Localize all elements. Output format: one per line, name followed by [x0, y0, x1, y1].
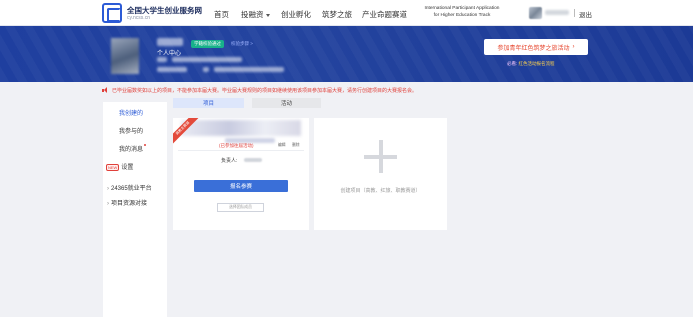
profile-info-redacted — [157, 57, 167, 62]
sidebar-item-messages[interactable]: 我的消息 — [119, 144, 147, 153]
international-application-link[interactable]: International Participant Application fo… — [416, 5, 508, 19]
profile-info-redacted — [203, 67, 209, 72]
sidebar-item-label: 我参与的 — [119, 129, 144, 135]
verify-steps-link[interactable]: 校验步骤 > — [231, 41, 253, 47]
join-red-journey-label: 参加青年红色筑梦之旅活动 — [497, 45, 570, 52]
top-navbar: 全国大学生创业服务网 cy.ncss.cn 首页 投融资 创业孵化 筑梦之旅 产… — [0, 0, 693, 26]
invite-members-label: 选择团队成员 — [229, 205, 252, 209]
tab-label: 项目 — [202, 101, 214, 107]
speaker-icon — [102, 87, 109, 93]
sidebar-item-label: 我创建的 — [119, 111, 144, 117]
register-button-label: 报名参赛 — [229, 184, 252, 190]
chevron-right-icon: › — [107, 201, 109, 207]
plus-icon — [378, 140, 383, 173]
register-button[interactable]: 报名参赛 — [194, 180, 288, 192]
nav-dream-journey[interactable]: 筑梦之旅 — [322, 9, 352, 20]
nav-investment-label: 投融资 — [241, 10, 264, 19]
project-status: (已参加往届活动) — [219, 143, 254, 148]
nav-home[interactable]: 首页 — [214, 9, 229, 20]
site-logo-icon[interactable] — [102, 3, 122, 23]
unread-dot-icon — [144, 144, 147, 146]
notice-text: 已毕业届数奖如以上的项目，不能参加本届大赛。毕业届大赛规则的项目如继续使用该项目… — [112, 87, 418, 94]
nav-industry-track-label: 产业命题赛道 — [362, 10, 407, 19]
sidebar-link-resources[interactable]: › 项目资源对接 — [107, 198, 147, 207]
site-url: cy.ncss.cn — [127, 15, 150, 21]
sidebar-item-participated[interactable]: 我参与的 — [119, 126, 143, 135]
edit-link[interactable]: 编辑 — [278, 143, 286, 148]
new-badge: NEW — [106, 163, 120, 171]
card-divider — [178, 150, 304, 151]
chevron-right-icon: › — [107, 186, 109, 192]
create-project-label: 创建项目（高教、红旅、职教赛道） — [340, 188, 421, 194]
profile-banner: 学籍校验通过 校验步骤 > 个人中心 参加青年红色筑梦之旅活动 › 必看: 红色… — [0, 26, 693, 82]
nav-investment[interactable]: 投融资 — [241, 9, 270, 20]
sidebar-item-label: 我的消息 — [119, 147, 144, 153]
invite-members-button[interactable]: 选择团队成员 — [217, 203, 264, 212]
profile-avatar — [111, 38, 139, 74]
intl-line-1: International Participant Application — [424, 6, 500, 11]
nav-divider — [574, 9, 575, 17]
sidebar-item-label: 设置 — [121, 165, 134, 171]
user-avatar[interactable] — [529, 7, 542, 19]
nav-industry-track[interactable]: 产业命题赛道 — [362, 9, 407, 20]
owner-name-redacted — [244, 158, 262, 162]
join-red-journey-button[interactable]: 参加青年红色筑梦之旅活动 › — [484, 39, 588, 55]
red-journey-process-link[interactable]: 红色活动报名流程 — [519, 61, 555, 66]
nav-incubation[interactable]: 创业孵化 — [281, 9, 311, 20]
intl-line-2: for Higher Education Track — [433, 13, 491, 18]
chevron-right-icon: › — [572, 44, 575, 50]
profile-info-redacted — [157, 67, 187, 72]
project-title-redacted — [181, 120, 301, 136]
user-name-redacted — [545, 10, 569, 15]
tab-projects[interactable]: 项目 — [173, 98, 244, 108]
sidebar-item-settings[interactable]: NEW 设置 — [106, 162, 133, 171]
sidebar-link-label: 24365就业平台 — [111, 186, 152, 192]
red-journey-process-note: 必看: 红色活动报名流程 — [507, 61, 555, 67]
nav-dream-journey-label: 筑梦之旅 — [322, 10, 352, 19]
verified-badge: 学籍校验通过 — [191, 40, 224, 48]
logout-link[interactable]: 退出 — [579, 9, 592, 19]
profile-name-redacted — [157, 38, 183, 46]
graduation-notice: 已毕业届数奖如以上的项目，不能参加本届大赛。毕业届大赛规则的项目如继续使用该项目… — [102, 85, 582, 95]
sidebar-item-created[interactable]: 我创建的 — [119, 108, 143, 117]
delete-link[interactable]: 删除 — [292, 143, 300, 148]
sidebar-link-label: 项目资源对接 — [111, 201, 148, 207]
create-project-card[interactable]: 创建项目（高教、红旅、职教赛道） — [314, 118, 447, 230]
profile-info-redacted — [172, 57, 242, 62]
owner-label: 负责人: — [221, 158, 238, 164]
note-prefix: 必看: — [507, 61, 518, 66]
project-card: 高教主赛道 (已参加往届活动) 编辑 删除 负责人: 报名参赛 选择团队成员 — [173, 118, 309, 230]
chevron-down-icon — [265, 13, 270, 17]
sidebar: 我创建的 我参与的 我的消息 NEW 设置 › 24365就业平台 › 项目资源对接 — [103, 102, 167, 317]
tab-activities[interactable]: 活动 — [252, 98, 321, 108]
nav-home-label: 首页 — [214, 10, 229, 19]
nav-incubation-label: 创业孵化 — [281, 10, 311, 19]
tab-label: 活动 — [280, 101, 292, 107]
sidebar-link-24365[interactable]: › 24365就业平台 — [107, 183, 152, 192]
profile-info-redacted — [214, 67, 284, 72]
user-center-label: 个人中心 — [157, 51, 182, 57]
